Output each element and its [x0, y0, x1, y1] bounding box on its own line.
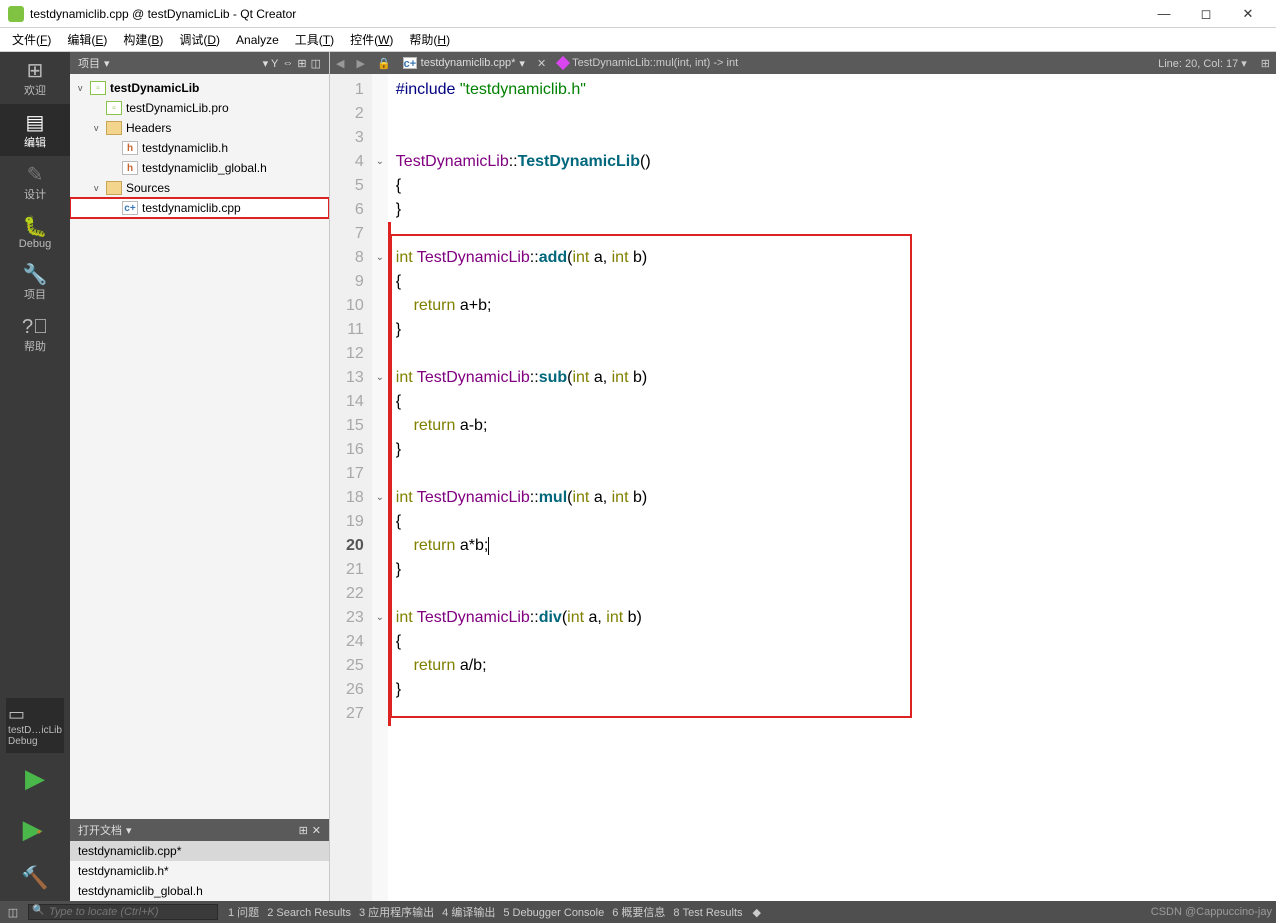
watermark: CSDN @Cappuccino-jay	[1151, 906, 1272, 918]
qt-logo-icon	[8, 6, 24, 22]
editor-toolbar: ◀ ▶ 🔒 c+ testdynamiclib.cpp* ▾ ✕ TestDyn…	[330, 52, 1276, 74]
menu-item[interactable]: 调试(D)	[173, 29, 226, 50]
add-icon[interactable]: ⊞	[299, 824, 308, 837]
mode-debug[interactable]: 🐛Debug	[0, 208, 70, 256]
nav-fwd-icon[interactable]: ▶	[350, 57, 370, 70]
menu-item[interactable]: 帮助(H)	[403, 29, 456, 50]
editor-area: ◀ ▶ 🔒 c+ testdynamiclib.cpp* ▾ ✕ TestDyn…	[330, 52, 1276, 901]
open-doc-item[interactable]: testdynamiclib.h*	[70, 861, 329, 881]
lock-icon[interactable]: 🔒	[371, 57, 397, 70]
menu-item[interactable]: 文件(F)	[6, 29, 57, 50]
debug-button[interactable]: ▶	[23, 804, 48, 855]
kit-selector[interactable]: ▭ testD…icLib Debug	[6, 698, 64, 753]
output-dropdown-icon[interactable]: ◆	[753, 906, 761, 919]
mode-welcome[interactable]: ⊞欢迎	[0, 52, 70, 104]
build-button[interactable]: 🔨	[21, 855, 48, 901]
file-selector[interactable]: c+ testdynamiclib.cpp* ▾	[397, 57, 531, 70]
mode-edit[interactable]: ▤编辑	[0, 104, 70, 156]
output-tab[interactable]: 2 Search Results	[263, 907, 355, 919]
tree-item[interactable]: vSources	[70, 178, 329, 198]
tree-item[interactable]: htestdynamiclib.h	[70, 138, 329, 158]
window-title: testdynamiclib.cpp @ testDynamicLib - Qt…	[30, 7, 296, 21]
symbol-icon	[556, 56, 570, 70]
close-button[interactable]: ✕	[1228, 6, 1268, 22]
menu-item[interactable]: Analyze	[230, 31, 285, 49]
menu-item[interactable]: 构建(B)	[117, 29, 169, 50]
cursor-position[interactable]: Line: 20, Col: 17 ▾	[1150, 57, 1255, 70]
symbol-crumb[interactable]: TestDynamicLib::mul(int, int) -> int	[552, 57, 744, 69]
output-tab[interactable]: 1 问题	[224, 907, 263, 919]
output-tab[interactable]: 3 应用程序输出	[355, 907, 438, 919]
output-tab[interactable]: 6 概要信息	[608, 907, 669, 919]
change-bar	[388, 222, 391, 726]
toggle-sidebar-icon[interactable]: ◫	[4, 906, 22, 919]
menu-bar[interactable]: 文件(F)编辑(E)构建(B)调试(D)Analyze工具(T)控件(W)帮助(…	[0, 28, 1276, 52]
side-panel: 项目 ▾ ▾ Y ⇔ ⊞ ◫ v▫testDynamicLib▫testDyna…	[70, 52, 330, 901]
mode-projects[interactable]: 🔧项目	[0, 256, 70, 308]
tree-item[interactable]: v▫testDynamicLib	[70, 78, 329, 98]
title-bar: testdynamiclib.cpp @ testDynamicLib - Qt…	[0, 0, 1276, 28]
dropdown-icon: ▾	[519, 57, 525, 70]
dropdown-icon[interactable]: ▾	[126, 824, 132, 837]
filter-icon[interactable]: ▾ Y	[263, 57, 279, 70]
output-tab[interactable]: 5 Debugger Console	[499, 907, 608, 919]
mode-help[interactable]: ?⃝帮助	[0, 308, 70, 360]
locator-input[interactable]	[28, 904, 218, 920]
open-doc-item[interactable]: testdynamiclib.cpp*	[70, 841, 329, 861]
split-icon[interactable]: ◫	[311, 57, 321, 70]
run-button[interactable]: ▶	[25, 753, 45, 804]
menu-item[interactable]: 工具(T)	[289, 29, 340, 50]
output-tab[interactable]: 8 Test Results	[669, 907, 746, 919]
maximize-button[interactable]: ◻	[1186, 6, 1226, 22]
add-icon[interactable]: ⊞	[297, 57, 306, 70]
close-panel-icon[interactable]: ✕	[312, 824, 321, 837]
minimize-button[interactable]: —	[1144, 6, 1184, 22]
project-tree[interactable]: v▫testDynamicLib▫testDynamicLib.provHead…	[70, 74, 329, 222]
open-docs-list[interactable]: testdynamiclib.cpp*testdynamiclib.h*test…	[70, 841, 329, 901]
status-bar: ◫ 1 问题2 Search Results3 应用程序输出4 编译输出5 De…	[0, 901, 1276, 923]
fold-column[interactable]: ⌄⌄⌄⌄⌄	[372, 74, 388, 901]
projects-header: 项目 ▾ ▾ Y ⇔ ⊞ ◫	[70, 52, 329, 74]
split-editor-icon[interactable]: ⊞	[1255, 57, 1276, 70]
code-text[interactable]: #include "testdynamiclib.h"TestDynamicLi…	[388, 74, 651, 901]
output-tab[interactable]: 4 编译输出	[438, 907, 499, 919]
line-gutter[interactable]: 1234567891011121314151617181920212223242…	[330, 74, 372, 901]
menu-item[interactable]: 编辑(E)	[61, 29, 113, 50]
code-editor[interactable]: 1234567891011121314151617181920212223242…	[330, 74, 1276, 901]
close-file-icon[interactable]: ✕	[531, 57, 552, 70]
tree-item[interactable]: htestdynamiclib_global.h	[70, 158, 329, 178]
nav-back-icon[interactable]: ◀	[330, 57, 350, 70]
tree-item[interactable]: c+testdynamiclib.cpp	[70, 198, 329, 218]
tree-item[interactable]: vHeaders	[70, 118, 329, 138]
open-docs-header: 打开文档 ▾ ⊞ ✕	[70, 819, 329, 841]
open-doc-item[interactable]: testdynamiclib_global.h	[70, 881, 329, 901]
mode-bar: ⊞欢迎 ▤编辑 ✎设计 🐛Debug 🔧项目 ?⃝帮助 ▭ testD…icLi…	[0, 52, 70, 901]
menu-item[interactable]: 控件(W)	[344, 29, 399, 50]
tree-item[interactable]: ▫testDynamicLib.pro	[70, 98, 329, 118]
link-icon[interactable]: ⇔	[282, 57, 293, 70]
dropdown-icon[interactable]: ▾	[104, 57, 110, 70]
mode-design[interactable]: ✎设计	[0, 156, 70, 208]
